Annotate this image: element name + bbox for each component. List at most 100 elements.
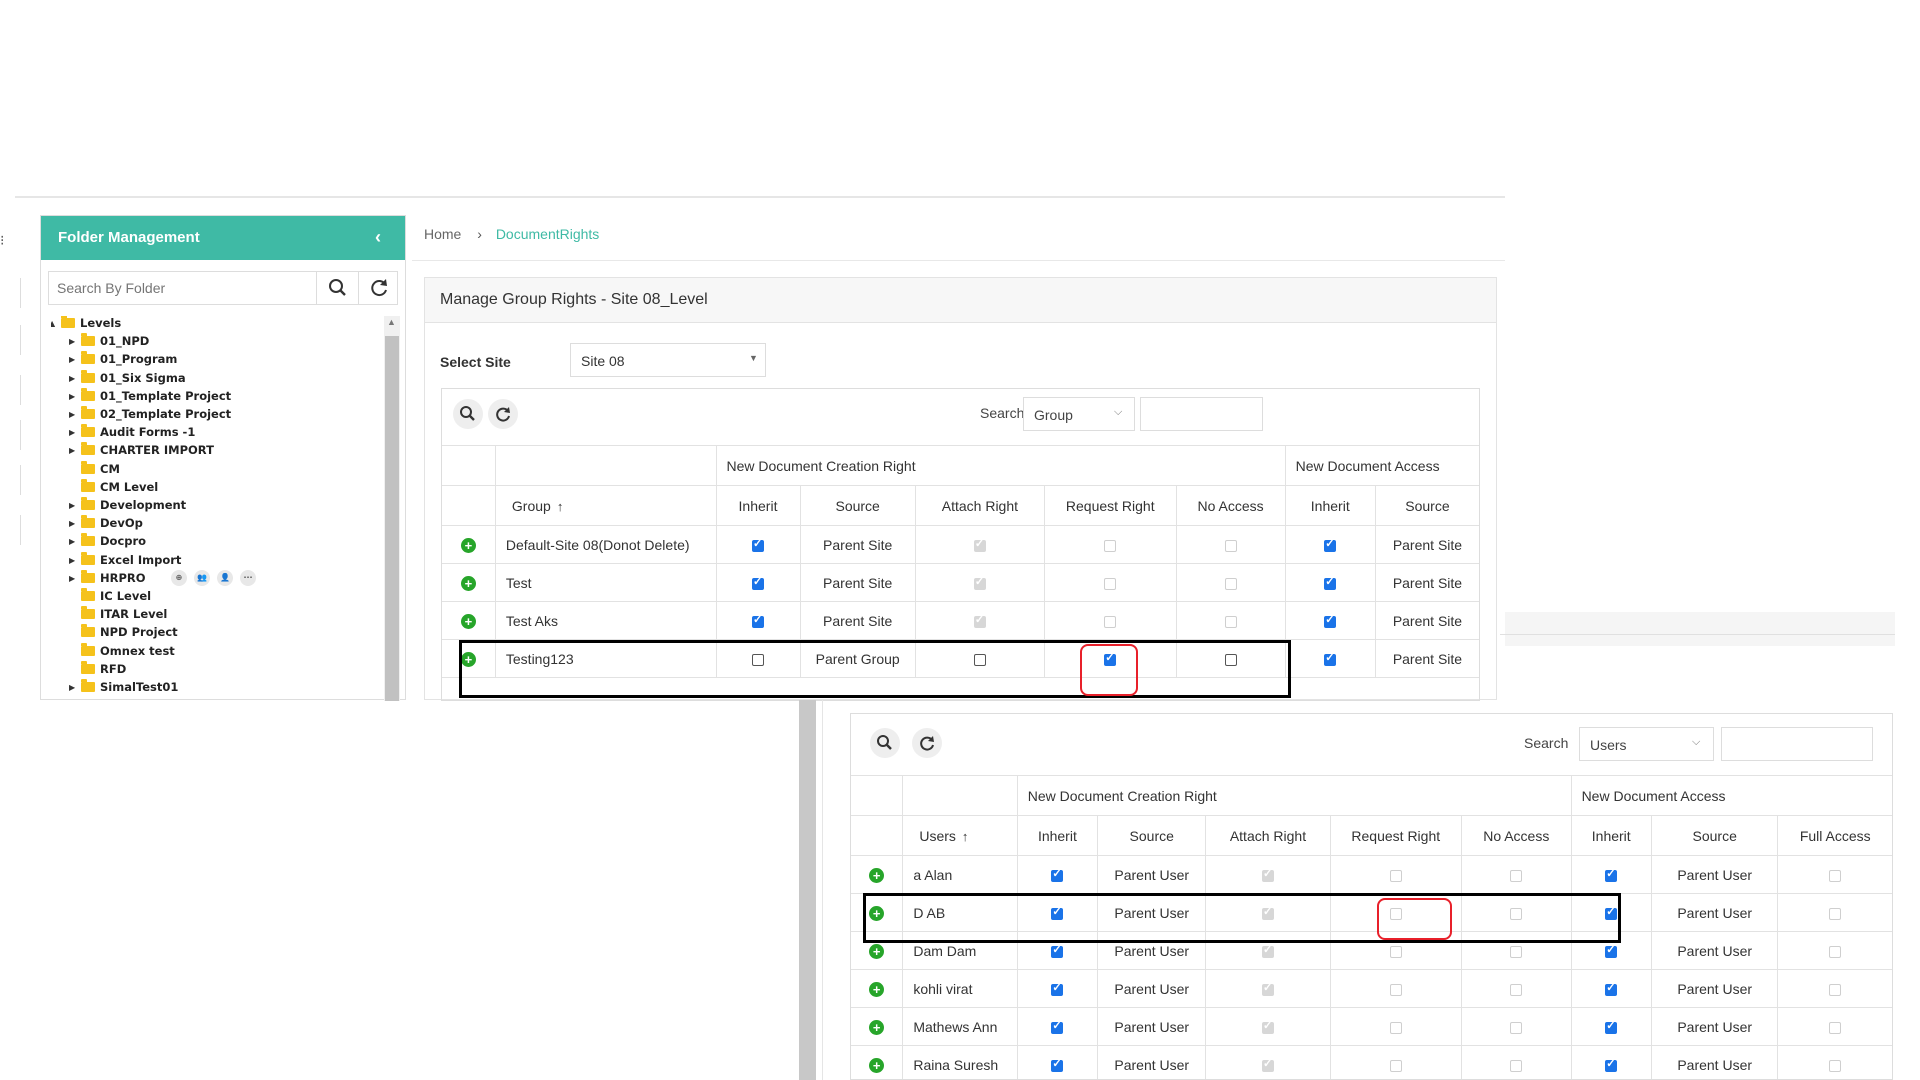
scroll-up-icon[interactable]: ▲ [387,317,396,327]
tree-toggle-icon[interactable]: ▶ [69,355,75,364]
plus-circle-icon[interactable]: + [869,1057,885,1073]
breadcrumb-current[interactable]: DocumentRights [496,226,600,242]
caret-down-icon: ▼ [749,353,758,363]
checkbox-acc-inherit[interactable] [1324,575,1337,590]
tree-toggle-icon[interactable]: ▶ [69,519,75,528]
checkbox-inherit[interactable] [752,537,764,552]
column-header[interactable]: No Access [1175,485,1286,526]
checkbox-acc-inherit[interactable] [1324,651,1337,666]
grid-search-input[interactable] [1140,397,1263,431]
tree-action-icon[interactable]: ··· [240,569,256,586]
checkbox-acc-inherit[interactable] [1605,867,1618,882]
column-header[interactable]: Attach Right [914,485,1045,526]
column-header[interactable]: Inherit [1284,485,1376,526]
chevron-left-icon[interactable]: ‹ [375,227,381,248]
tree-toggle-icon[interactable]: ▶ [69,537,75,546]
folder-icon [81,533,95,547]
left-edge-strip: ⁝ [0,210,24,700]
tree-toggle-icon[interactable]: ▶ [69,410,75,419]
folder-search-button[interactable] [317,272,359,304]
tree-toggle-icon[interactable]: ▶ [69,337,75,346]
column-header[interactable]: Source [1374,485,1479,526]
checkbox-inherit[interactable] [1051,943,1064,958]
checkbox-inherit[interactable] [752,575,764,590]
column-header[interactable]: No Access [1461,815,1572,856]
grid-search-input[interactable] [1721,727,1873,761]
cell-attach [1205,1007,1331,1046]
folder-refresh-button[interactable] [359,272,399,304]
folder-icon [81,679,95,692]
checkbox-acc-inherit[interactable] [1605,943,1618,958]
tree-scroll-thumb[interactable] [385,336,399,701]
tree-scrollbar[interactable]: ▲ [384,316,400,701]
plus-circle-icon[interactable]: + [869,867,885,883]
column-header[interactable]: Group ↑ [494,485,717,526]
panel-scrollbar[interactable] [799,700,816,1080]
tree-toggle-icon[interactable]: ▶ [69,574,75,583]
tree-item-label: Development [100,498,187,512]
column-header[interactable]: Full Access [1777,815,1892,856]
plus-circle-icon[interactable]: + [460,575,476,591]
tree-action-icon[interactable]: 👤 [217,569,233,586]
cell-attach [1205,855,1331,894]
plus-circle-icon[interactable]: + [869,981,885,997]
column-header[interactable]: Inherit [1016,815,1099,856]
tree-item-label: 01_NPD [100,334,150,349]
column-header[interactable]: Inherit [1570,815,1652,856]
tree-toggle-icon[interactable]: ▶ [69,556,75,565]
column-header[interactable]: Source [1650,815,1779,856]
grid-search-label: Search [1524,735,1569,751]
grid-search-button[interactable] [453,399,483,429]
grid-search-field-select[interactable]: Group ⌵ [1023,397,1135,431]
plus-circle-icon[interactable]: + [869,943,885,959]
cell-attach [914,525,1045,564]
tree-action-icon[interactable]: 👥 [194,569,210,586]
grid-search-button[interactable] [870,728,900,758]
cell-acc-source: Parent User [1650,1007,1779,1046]
header-group-access: New Document Access [1570,775,1892,816]
tree-toggle-icon[interactable]: ▶ [69,374,75,383]
plus-circle-icon[interactable]: + [460,613,476,629]
checkbox-inherit[interactable] [1051,867,1064,882]
tree-toggle-icon[interactable]: ▶ [69,446,75,455]
table-row: + Default-Site 08(Donot Delete) Parent Sit… [442,525,1479,564]
breadcrumb-home[interactable]: Home [424,226,461,242]
checkbox-inherit[interactable] [1051,1019,1064,1034]
folder-icon [81,660,95,674]
checkbox-inherit[interactable] [752,613,764,628]
column-header[interactable]: Request Right [1043,485,1177,526]
column-header[interactable]: Attach Right [1205,815,1331,856]
folder-search-input[interactable] [49,272,317,304]
checkbox-acc-inherit[interactable] [1324,613,1337,628]
tree-toggle-icon[interactable]: ▲ [51,319,55,328]
checkbox-inherit[interactable] [1051,1057,1064,1072]
checkbox-inherit[interactable] [1051,981,1064,996]
header-group-creation: New Document Creation Right [715,445,1286,486]
checkbox-acc-inherit[interactable] [1324,537,1337,552]
checkbox-acc-inherit[interactable] [1605,1019,1618,1034]
tree-action-icon[interactable]: ⊕ [171,569,187,586]
column-header[interactable]: Request Right [1329,815,1463,856]
site-select[interactable]: Site 08 ▼ [570,343,766,377]
checkbox-full [1829,1021,1842,1034]
plus-circle-icon[interactable]: + [460,537,476,553]
grid-refresh-button[interactable] [912,728,942,758]
tree-item-label: IC Level [100,589,152,603]
tree-item-label: Excel Import [100,552,182,567]
tree-item-label: RFD [100,661,127,676]
header-blank [851,775,904,816]
column-header[interactable]: Users ↑ [902,815,1018,856]
tree-toggle-icon[interactable]: ▶ [69,392,75,401]
checkbox-acc-inherit[interactable] [1605,1057,1618,1072]
column-header[interactable]: Source [1097,815,1207,856]
plus-circle-icon[interactable]: + [869,1019,885,1035]
grid-refresh-button[interactable] [488,399,518,429]
checkbox-acc-inherit[interactable] [1605,981,1618,996]
column-header[interactable]: Source [799,485,916,526]
tree-toggle-icon[interactable]: ▶ [69,501,75,510]
grid-search-field-select[interactable]: Users ⌵ [1579,727,1714,761]
tree-toggle-icon[interactable]: ▶ [69,428,75,437]
tree-toggle-icon[interactable]: ▶ [69,683,75,692]
column-header[interactable]: Inherit [715,485,801,526]
cell-acc-inherit [1570,969,1652,1008]
